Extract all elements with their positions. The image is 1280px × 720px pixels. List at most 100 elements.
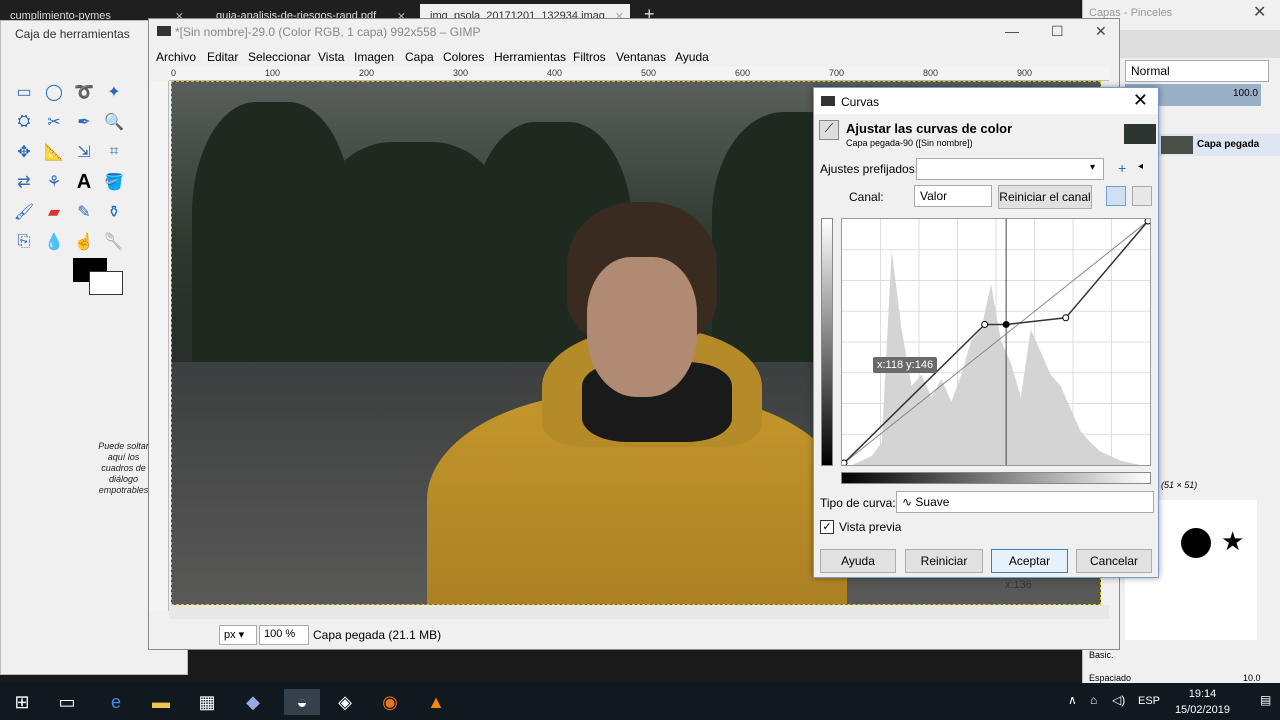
gimp-icon[interactable]: ◒ — [284, 689, 320, 715]
menu-archivo[interactable]: Archivo — [156, 50, 196, 64]
language-indicator[interactable]: ESP — [1138, 695, 1160, 707]
start-icon[interactable]: ⊞ — [9, 689, 35, 715]
help-button[interactable]: Ayuda — [820, 549, 896, 573]
menu-ayuda[interactable]: Ayuda — [675, 50, 709, 64]
star-brush-icon[interactable]: ★ — [1221, 526, 1244, 557]
align-icon[interactable]: ⇲ — [71, 139, 97, 165]
linear-histogram-icon[interactable] — [1106, 186, 1126, 206]
zoom-select[interactable]: 100 % — [259, 625, 309, 645]
file-explorer-icon[interactable]: ▬ — [148, 689, 174, 715]
status-bar: px ▾ 100 % Capa pegada (21.1 MB) — [149, 621, 1119, 649]
dialog-titlebar: Curvas ✕ — [814, 88, 1158, 114]
close-icon[interactable]: ✕ — [1095, 23, 1107, 40]
ruler-tick: 0 — [171, 68, 177, 78]
zoom-icon[interactable]: 🔍 — [101, 109, 127, 135]
menu-colores[interactable]: Colores — [443, 50, 484, 64]
horizontal-ruler[interactable]: 0 100 200 300 400 500 600 700 800 900 — [169, 67, 1109, 81]
layer-mode-value: Normal — [1131, 64, 1170, 78]
notifications-icon[interactable]: ▤ — [1260, 693, 1271, 707]
minimize-icon[interactable]: — — [1005, 23, 1019, 39]
unit-value: px — [224, 629, 236, 641]
edge-icon[interactable]: e — [103, 689, 129, 715]
measure-icon[interactable]: 📐 — [41, 139, 67, 165]
channel-value: Valor — [920, 189, 948, 203]
reset-button[interactable]: Reiniciar — [905, 549, 983, 573]
move-icon[interactable]: ✥ — [11, 139, 37, 165]
x-readout: x:136 — [1005, 579, 1032, 591]
blur-icon[interactable]: 💧 — [41, 229, 67, 255]
zoom-value: 100 % — [264, 628, 296, 640]
calculator-icon[interactable]: ▦ — [194, 689, 220, 715]
layer-thumbnail — [1161, 136, 1193, 154]
control-point — [1144, 217, 1152, 225]
chevron-up-icon[interactable]: ∧ — [1068, 693, 1077, 707]
add-preset-icon[interactable]: + — [1118, 160, 1126, 176]
layer-row[interactable]: Capa pegada — [1155, 134, 1280, 156]
clock-time: 19:14 — [1188, 688, 1217, 700]
curve-type-select[interactable]: ∿ Suave — [896, 491, 1154, 513]
inkscape-icon[interactable]: ◈ — [332, 689, 358, 715]
clone-icon[interactable]: ⎘ — [11, 229, 37, 255]
cancel-button[interactable]: Cancelar — [1076, 549, 1152, 573]
scissors-icon[interactable]: ✂ — [41, 109, 67, 135]
lasso-icon[interactable]: ➰ — [71, 79, 97, 105]
menu-editar[interactable]: Editar — [207, 50, 238, 64]
eraser-icon[interactable]: ▰ — [41, 199, 67, 225]
volume-icon[interactable]: ◁) — [1112, 693, 1125, 707]
curves-graph[interactable]: x:118 y:146 x:136 — [840, 217, 1152, 591]
brush-hardness-icon[interactable] — [1181, 528, 1211, 558]
close-icon[interactable]: ✕ — [1253, 2, 1266, 22]
vertical-ruler[interactable] — [149, 81, 169, 611]
menu-seleccionar[interactable]: Seleccionar — [248, 50, 311, 64]
app-icon[interactable]: ◆ — [240, 689, 266, 715]
smudge-icon[interactable]: ☝ — [71, 229, 97, 255]
paths-icon[interactable]: ✒ — [71, 109, 97, 135]
paintbrush-icon[interactable]: 🖌 — [11, 199, 37, 225]
maximize-icon[interactable]: ☐ — [1051, 23, 1064, 40]
brush-label: Basic. — [1089, 650, 1114, 660]
rect-select-icon[interactable]: ▭ — [11, 79, 37, 105]
preset-menu-icon[interactable]: ◂ — [1138, 161, 1143, 172]
color-select-icon[interactable]: ⛭ — [11, 109, 37, 135]
layer-thumbnail — [1124, 124, 1156, 144]
chevron-down-icon[interactable]: ▾ — [1090, 162, 1095, 173]
menu-herramientas[interactable]: Herramientas — [494, 50, 566, 64]
menu-imagen[interactable]: Imagen — [354, 50, 394, 64]
ellipse-select-icon[interactable]: ◯ — [41, 79, 67, 105]
cursor-coordinates: x:118 y:146 — [873, 357, 938, 373]
fuzzy-select-icon[interactable]: ✦ — [101, 79, 127, 105]
layer-mode-select[interactable]: Normal — [1125, 60, 1269, 82]
ink-icon[interactable]: ⚱ — [101, 199, 127, 225]
firefox-icon[interactable]: ◉ — [377, 689, 403, 715]
cage-icon[interactable]: ⚘ — [41, 169, 67, 195]
unit-select[interactable]: px ▾ — [219, 625, 257, 645]
ruler-tick: 200 — [359, 68, 375, 78]
windows-taskbar: ⊞ ▭ e ▬ ▦ ◆ ◒ ◈ ◉ ▲ ∧ ⌂ ◁) ESP 19:14 15/… — [0, 683, 1280, 720]
bucket-fill-icon[interactable]: 🪣 — [101, 169, 127, 195]
dialog-subheading: Capa pegada-90 ([Sin nombre]) — [846, 138, 973, 148]
horizontal-scrollbar[interactable] — [169, 605, 1109, 619]
task-view-icon[interactable]: ▭ — [54, 689, 80, 715]
dodge-burn-icon[interactable]: 🥄 — [101, 229, 127, 255]
menu-filtros[interactable]: Filtros — [573, 50, 606, 64]
clock[interactable]: 19:14 15/02/2019 — [1175, 686, 1230, 718]
curve-plot[interactable] — [840, 217, 1152, 467]
vlc-icon[interactable]: ▲ — [423, 689, 449, 715]
text-icon[interactable]: A — [71, 169, 97, 195]
menu-vista[interactable]: Vista — [318, 50, 344, 64]
preview-checkbox[interactable]: ✓ — [820, 520, 834, 534]
presets-select[interactable] — [916, 158, 1104, 180]
crop-icon[interactable]: ⌗ — [101, 139, 127, 165]
close-icon[interactable]: ✕ — [1133, 90, 1148, 111]
background-color[interactable] — [89, 271, 123, 295]
ok-button[interactable]: Aceptar — [991, 549, 1068, 573]
airbrush-icon[interactable]: ✎ — [71, 199, 97, 225]
reset-channel-button[interactable]: Reiniciar el canal — [998, 185, 1092, 209]
network-icon[interactable]: ⌂ — [1090, 693, 1097, 707]
menu-capa[interactable]: Capa — [405, 50, 434, 64]
control-point — [1002, 320, 1010, 328]
menu-ventanas[interactable]: Ventanas — [616, 50, 666, 64]
flip-icon[interactable]: ⇄ — [11, 169, 37, 195]
log-histogram-icon[interactable] — [1132, 186, 1152, 206]
channel-select[interactable]: Valor — [914, 185, 992, 207]
